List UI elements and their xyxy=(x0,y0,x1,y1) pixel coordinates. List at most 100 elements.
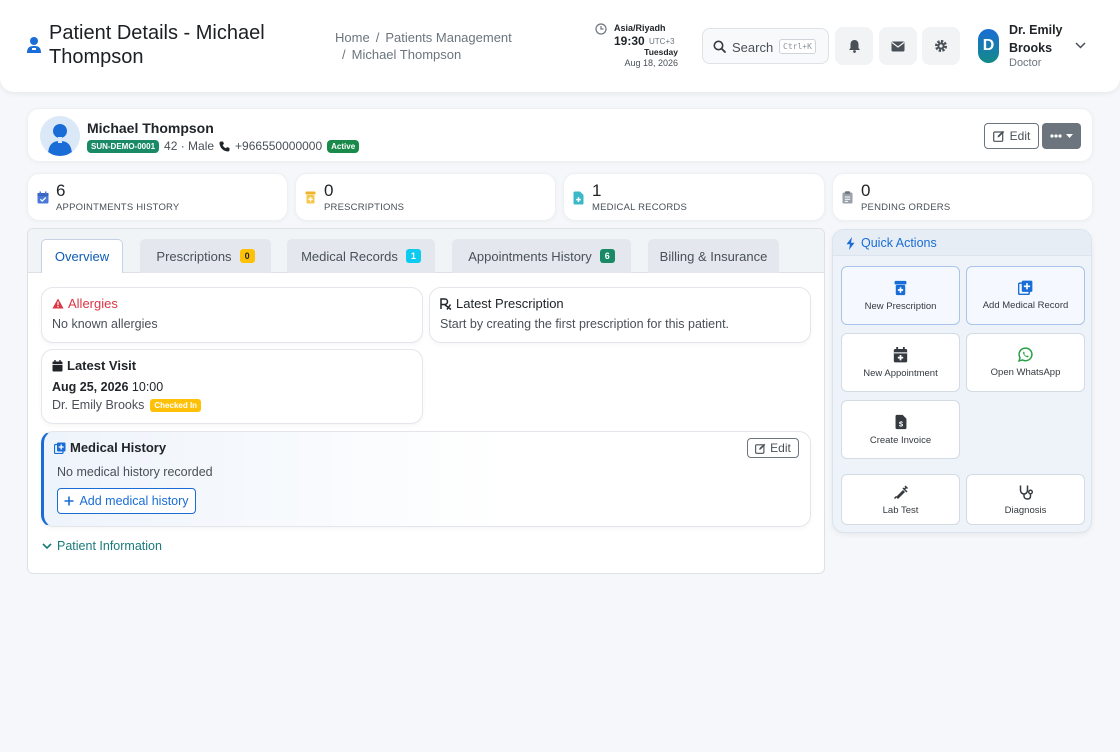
quick-action-label: New Prescription xyxy=(864,300,937,312)
tab-billing-insurance[interactable]: Billing & Insurance xyxy=(648,239,779,273)
add-medical-record-button[interactable]: Add Medical Record xyxy=(966,266,1085,325)
invoice-icon: $ xyxy=(895,414,907,430)
search-shortcut: Ctrl+K xyxy=(779,39,816,54)
settings-button[interactable] xyxy=(922,27,960,65)
quick-action-label: Create Invoice xyxy=(869,434,932,446)
patient-avatar xyxy=(40,116,80,156)
clock-date: Aug 18, 2026 xyxy=(624,58,678,68)
edit-icon xyxy=(755,443,766,454)
prescription-icon xyxy=(440,297,452,310)
quick-action-label: Diagnosis xyxy=(1004,504,1047,516)
new-appointment-button[interactable]: New Appointment xyxy=(841,333,960,392)
edit-icon xyxy=(992,130,1005,142)
more-actions-button[interactable] xyxy=(1042,123,1081,149)
whatsapp-icon xyxy=(1018,347,1033,362)
tab-badge: 0 xyxy=(239,249,255,263)
visit-status-badge: Checked In xyxy=(150,398,202,412)
tab-prescriptions[interactable]: Prescriptions 0 xyxy=(140,239,271,273)
latest-visit-datetime: Aug 25, 2026 10:00 xyxy=(52,380,163,394)
new-prescription-button[interactable]: New Prescription xyxy=(841,266,960,325)
calendar-icon xyxy=(52,359,63,372)
stat-value: 1 xyxy=(592,181,602,200)
tab-appointments-history[interactable]: Appointments History 6 xyxy=(452,239,631,273)
clipboard-icon xyxy=(842,191,853,204)
lab-test-button[interactable]: Lab Test xyxy=(841,474,960,525)
stat-medical-records: 1 MEDICAL RECORDS xyxy=(563,173,825,221)
warning-icon xyxy=(52,298,64,309)
stat-value: 0 xyxy=(324,181,334,200)
latest-visit-doctor-row: Dr. Emily Brooks Checked In xyxy=(52,398,202,412)
tab-bar: Overview Prescriptions 0 Medical Records… xyxy=(28,229,824,273)
calendar-plus-icon xyxy=(893,346,908,363)
tab-label: Appointments History xyxy=(468,248,592,264)
edit-patient-button[interactable]: Edit xyxy=(984,123,1039,149)
envelope-icon xyxy=(891,41,905,52)
stat-label: APPOINTMENTS HISTORY xyxy=(56,202,180,213)
stat-prescriptions: 0 PRESCRIPTIONS xyxy=(295,173,556,221)
stat-value: 0 xyxy=(861,181,871,200)
edit-label: Edit xyxy=(1009,129,1031,143)
syringe-icon xyxy=(893,484,909,500)
patient-meta: SUN-DEMO-0001 42 · Male +966550000000 Ac… xyxy=(87,139,360,153)
allergies-card: Allergies No known allergies xyxy=(41,287,423,343)
tab-medical-records[interactable]: Medical Records 1 xyxy=(287,239,435,273)
patient-name: Michael Thompson xyxy=(87,120,214,136)
patient-information-label: Patient Information xyxy=(57,539,162,553)
breadcrumb-home[interactable]: Home xyxy=(335,30,370,45)
add-medical-history-button[interactable]: Add medical history xyxy=(57,488,196,514)
breadcrumb-patients[interactable]: Patients Management xyxy=(385,30,511,45)
edit-medical-history-button[interactable]: Edit xyxy=(747,438,799,458)
add-medical-history-label: Add medical history xyxy=(79,494,189,508)
clock-time: 19:30 xyxy=(614,34,645,48)
user-avatar[interactable]: D xyxy=(978,29,999,63)
patient-phone[interactable]: +966550000000 xyxy=(235,139,322,153)
visit-time: 10:00 xyxy=(131,380,164,394)
prescription-bottle-icon xyxy=(305,191,316,204)
stethoscope-icon xyxy=(1018,484,1034,500)
add-record-icon xyxy=(1018,280,1033,295)
user-role: Doctor xyxy=(1009,57,1042,69)
stat-value: 6 xyxy=(56,181,66,200)
open-whatsapp-button[interactable]: Open WhatsApp xyxy=(966,333,1085,392)
status-badge: Active xyxy=(327,139,360,153)
medical-history-title-row: Medical History xyxy=(54,440,166,455)
phone-icon xyxy=(219,141,230,152)
allergies-text: No known allergies xyxy=(52,317,158,331)
search-button[interactable]: Search Ctrl+K xyxy=(702,28,829,64)
diagnosis-button[interactable]: Diagnosis xyxy=(966,474,1085,525)
edit-label: Edit xyxy=(770,441,791,455)
patient-age-gender: 42 · Male xyxy=(164,139,215,153)
visit-doctor: Dr. Emily Brooks xyxy=(52,398,145,412)
clock-weekday: Tuesday xyxy=(644,47,678,57)
latest-visit-title: Latest Visit xyxy=(67,358,137,373)
tab-label: Prescriptions xyxy=(156,248,232,264)
ellipsis-icon xyxy=(1050,134,1062,138)
quick-actions-title-row: Quick Actions xyxy=(846,236,937,250)
user-doctor-icon xyxy=(26,36,42,54)
patient-tabs-panel: Overview Prescriptions 0 Medical Records… xyxy=(27,228,825,574)
latest-visit-title-row: Latest Visit xyxy=(52,358,136,373)
chevron-down-icon[interactable] xyxy=(1075,42,1086,49)
medical-history-card: Medical History Edit No medical history … xyxy=(41,431,811,527)
medical-history-title: Medical History xyxy=(70,440,167,455)
quick-actions-header: Quick Actions xyxy=(833,230,1091,256)
latest-prescription-text: Start by creating the first prescription… xyxy=(440,317,730,331)
notes-medical-icon xyxy=(54,442,66,454)
bolt-icon xyxy=(846,236,855,250)
patient-information-toggle[interactable]: Patient Information xyxy=(42,539,162,553)
messages-button[interactable] xyxy=(879,27,917,65)
search-icon xyxy=(713,40,726,53)
breadcrumb: Home / Patients Management / Michael Thomps… xyxy=(335,30,512,62)
tab-label: Medical Records xyxy=(301,248,398,264)
chevron-down-icon xyxy=(42,542,52,550)
notifications-button[interactable] xyxy=(835,27,873,65)
clock-timezone: Asia/Riyadh xyxy=(614,23,666,33)
calendar-check-icon xyxy=(37,191,49,204)
tab-overview[interactable]: Overview xyxy=(41,239,123,273)
create-invoice-button[interactable]: $ Create Invoice xyxy=(841,400,960,459)
latest-visit-card: Latest Visit Aug 25, 2026 10:00 Dr. Emil… xyxy=(41,349,423,424)
user-name[interactable]: Dr. Emily Brooks xyxy=(1009,21,1071,57)
stat-label: PRESCRIPTIONS xyxy=(324,202,405,213)
top-header: Patient Details - Michael Thompson Home /… xyxy=(0,0,1120,92)
svg-text:$: $ xyxy=(898,419,903,428)
